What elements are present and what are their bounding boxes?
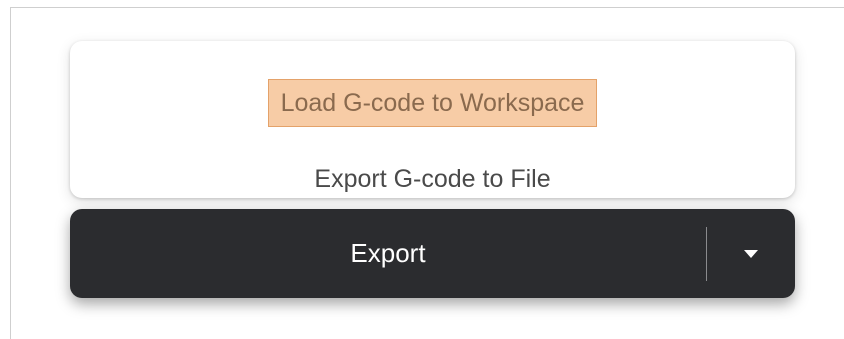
- menu-item-label: Export G-code to File: [314, 165, 551, 193]
- frame-border: [10, 7, 11, 339]
- export-button-label: Export: [350, 238, 426, 268]
- menu-item-label: Load G-code to Workspace: [267, 79, 598, 127]
- caret-down-icon: [744, 249, 758, 258]
- export-button[interactable]: Export: [70, 209, 706, 298]
- menu-item-load-gcode-to-workspace[interactable]: Load G-code to Workspace: [70, 79, 795, 127]
- export-split-button: Export: [70, 209, 795, 298]
- menu-item-export-gcode-to-file[interactable]: Export G-code to File: [70, 163, 795, 195]
- frame-border: [10, 7, 844, 8]
- export-dropdown-toggle[interactable]: [707, 209, 795, 298]
- export-options-menu: Load G-code to Workspace Export G-code t…: [70, 41, 795, 198]
